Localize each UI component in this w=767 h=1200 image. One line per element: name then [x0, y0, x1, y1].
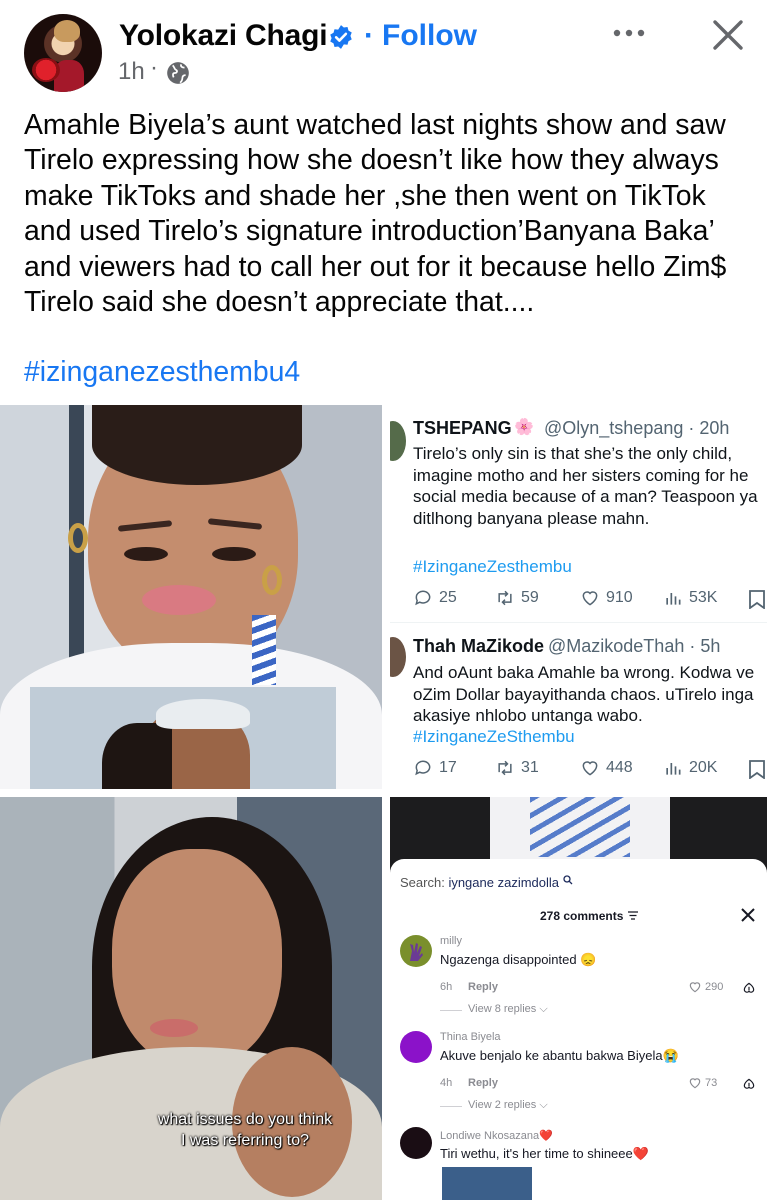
post-header: Yolokazi Chagi · Follow 1h ·	[0, 0, 767, 100]
tweet-retweets: 31	[495, 758, 539, 778]
verified-badge-icon	[330, 25, 352, 49]
retweet-icon	[498, 760, 512, 776]
tweet-replies: 25	[413, 588, 457, 608]
post-time[interactable]: 1h	[118, 58, 145, 86]
tweet-text-line: social media because of a man? Teaspoon …	[413, 487, 758, 506]
tweet-author-name: TSHEPANG	[413, 418, 512, 438]
comment-like-button[interactable]: 290	[688, 980, 723, 994]
tweet-text-line: ditlhong banyana please mahn.	[413, 508, 650, 528]
bookmark-icon	[749, 590, 765, 609]
commenter-avatar[interactable]	[400, 1127, 432, 1159]
tweet-handle: @Olyn_tshepang · 20h	[544, 418, 730, 438]
dislike-icon[interactable]	[742, 981, 756, 995]
reply-icon	[415, 760, 431, 776]
search-query: iyngane zazimdolla	[448, 875, 560, 890]
tweet-text-line: imagine motho and her sisters coming for…	[413, 465, 749, 485]
follow-button[interactable]: Follow	[382, 19, 477, 53]
tweet-avatar	[390, 637, 406, 677]
post-image-grid: TSHEPANG 🌸 @Olyn_tshepang · 20h Tirelo’s…	[0, 405, 767, 1200]
comment-text: Tiri wethu, it's her time to shineee❤️	[440, 1146, 649, 1161]
tweet-divider	[390, 622, 767, 623]
comment-text: Ngazenga disappointed 😞	[440, 952, 597, 967]
video-subtitle-line: I was referring to?	[180, 1132, 310, 1149]
reply-icon	[415, 590, 431, 606]
tiktok-search-bar: Search: iyngane zazimdolla	[400, 875, 573, 890]
tweet-views: 20K	[663, 758, 717, 778]
view-replies-link[interactable]: View 2 replies ⌵	[468, 1099, 548, 1112]
comment-time: 4h	[440, 1077, 453, 1089]
comments-count: 278 comments	[540, 909, 639, 923]
heart-icon	[582, 761, 598, 776]
comment-text: Akuve benjalo ke abantu bakwa Biyela😭	[440, 1048, 679, 1063]
globe-icon[interactable]	[165, 60, 191, 86]
tweet-hashtag: #IzinganeZesthembu	[413, 557, 572, 576]
commenter-name[interactable]: Thina Biyela	[440, 1031, 501, 1043]
inset-photo	[30, 687, 336, 789]
bookmark-icon	[749, 760, 765, 779]
sort-icon	[627, 911, 638, 920]
heart-icon	[689, 1078, 701, 1089]
more-options-icon[interactable]	[612, 22, 646, 44]
commenter-avatar[interactable]	[400, 935, 432, 967]
comment-image-preview	[442, 1167, 532, 1200]
tweet-author-name: Thah MaZikode	[413, 636, 545, 656]
tweet-text-line: Tirelo’s only sin is that she’s the only…	[413, 444, 733, 463]
tiktok-comments-tile[interactable]: Search: iyngane zazimdolla 278 comments …	[390, 797, 767, 1200]
author-name[interactable]: Yolokazi Chagi	[119, 19, 328, 53]
author-avatar[interactable]	[24, 14, 102, 92]
view-replies-link[interactable]: View 8 replies ⌵	[468, 1003, 548, 1016]
tweet-text-line: And oAunt baka Amahle ba wrong. Kodwa ve	[413, 663, 755, 682]
commenter-avatar[interactable]	[400, 1031, 432, 1063]
tweet-text-line: oZim Dollar bayayithanda chaos. uTirelo …	[413, 684, 754, 704]
tweet-hashtag: #IzinganeZeSthembu	[413, 727, 575, 746]
tweet-views: 53K	[663, 588, 717, 608]
video-still-tile[interactable]: what issues do you think I was referring…	[0, 797, 382, 1200]
dislike-icon[interactable]	[742, 1077, 756, 1091]
search-icon	[562, 875, 573, 885]
heart-icon	[689, 982, 701, 993]
comment-time: 6h	[440, 981, 453, 993]
post-hashtag-link[interactable]: #izinganezesthembu4	[24, 356, 300, 389]
views-chart-icon	[666, 763, 681, 775]
views-chart-icon	[666, 593, 681, 605]
close-comments-icon[interactable]	[740, 907, 756, 923]
commenter-name[interactable]: Londiwe Nkosazana❤️	[440, 1129, 553, 1142]
post-caption: Amahle Biyela’s aunt watched last nights…	[24, 109, 727, 319]
header-separator: ·	[364, 19, 374, 52]
photo-selfie-tile[interactable]	[0, 405, 382, 789]
tweet-replies: 17	[413, 758, 457, 778]
tweets-screenshot-tile[interactable]: TSHEPANG 🌸 @Olyn_tshepang · 20h Tirelo’s…	[390, 405, 767, 789]
reply-button[interactable]: Reply	[468, 1077, 498, 1089]
tweet-retweets: 59	[495, 588, 539, 608]
tweet-avatar	[390, 421, 406, 461]
commenter-name[interactable]: milly	[440, 935, 462, 947]
reply-button[interactable]: Reply	[468, 981, 498, 993]
heart-icon	[582, 591, 598, 606]
tweet-handle: @MazikodeThah · 5h	[548, 636, 721, 656]
flower-emoji-icon: 🌸	[514, 419, 534, 436]
time-separator: ·	[150, 54, 158, 81]
tweet-text-line: akasiye nhlobo untanga wabo.	[413, 706, 643, 725]
video-subtitle-line: what issues do you think	[157, 1111, 333, 1128]
retweet-icon	[498, 590, 512, 606]
close-icon[interactable]	[710, 17, 746, 53]
tweet-likes: 448	[580, 758, 633, 778]
tweet-likes: 910	[580, 588, 633, 608]
comment-like-button[interactable]: 73	[688, 1076, 717, 1090]
